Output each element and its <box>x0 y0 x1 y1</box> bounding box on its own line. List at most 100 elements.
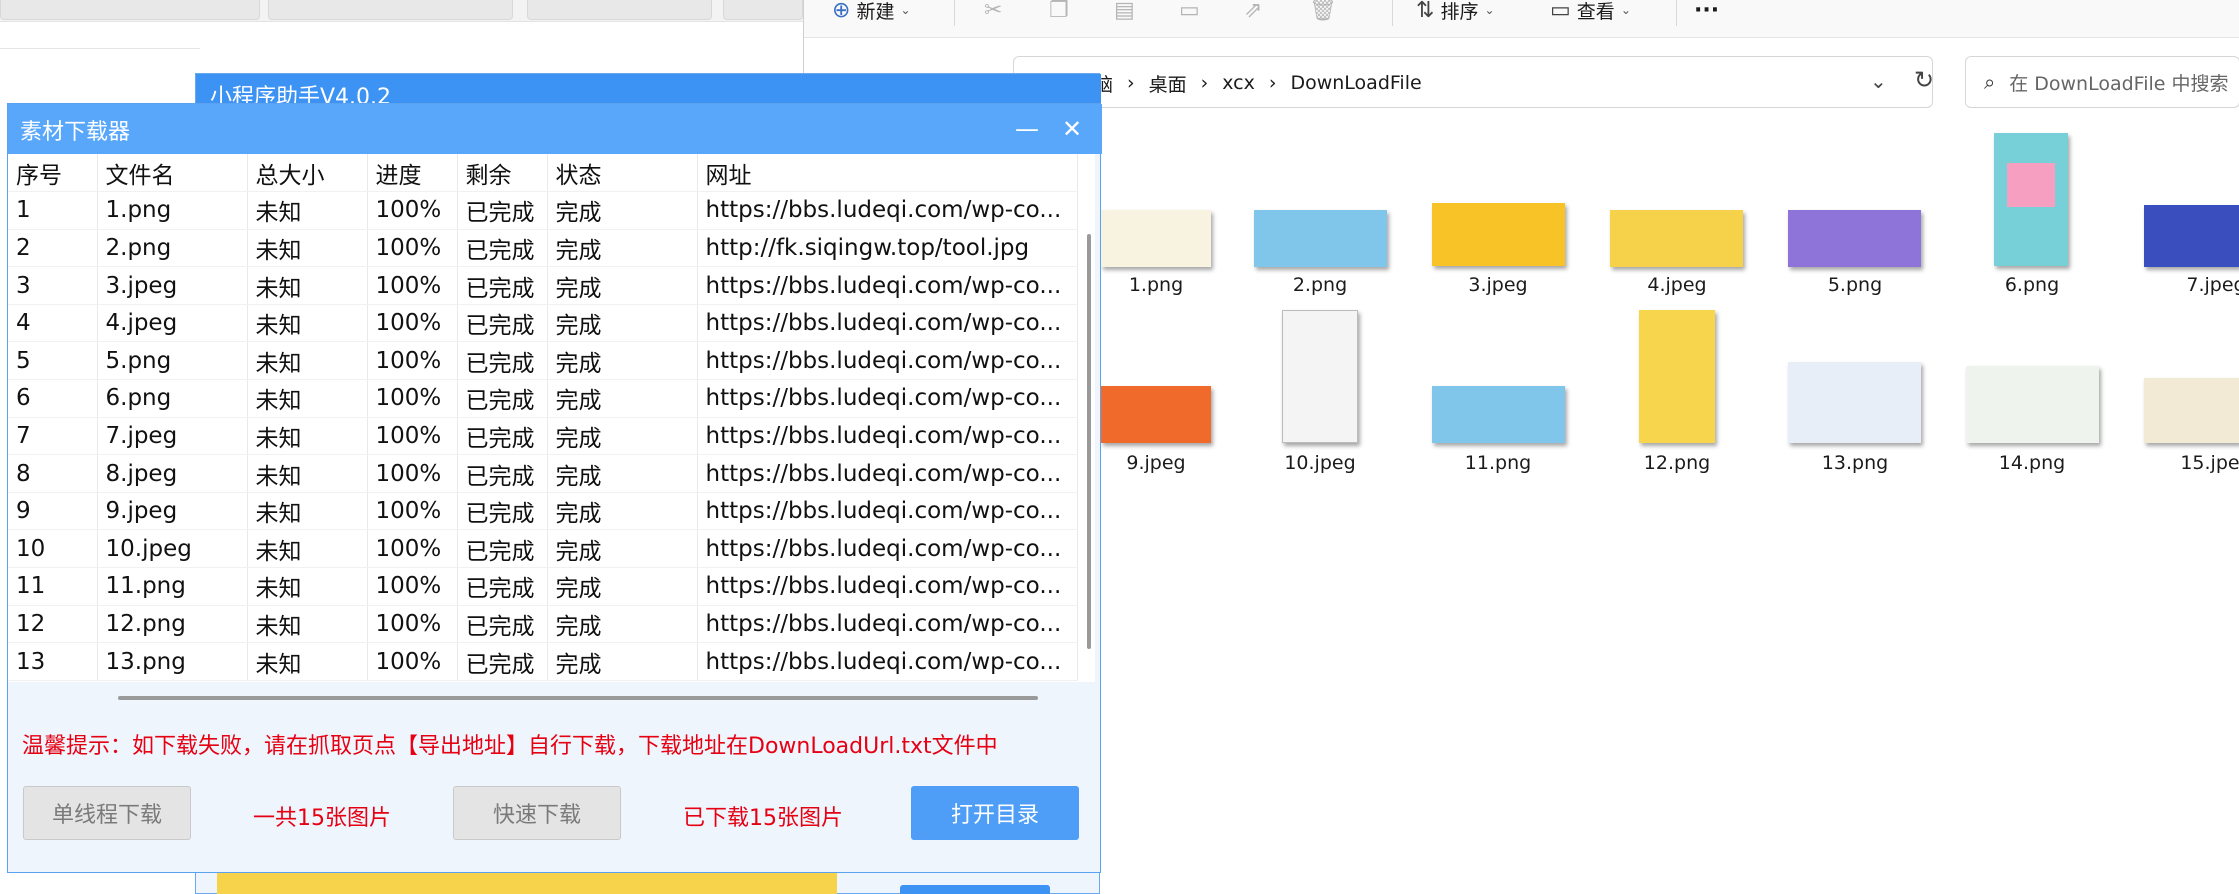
file-name[interactable]: 7.jpeg <box>2126 274 2239 296</box>
minimize-button[interactable]: — <box>1010 112 1044 146</box>
share-icon: ⇗ <box>1244 0 1263 23</box>
thumbnail-6[interactable] <box>1994 133 2068 266</box>
thumbnail-10[interactable] <box>1282 310 1358 443</box>
paste-button[interactable]: ▤ <box>1114 0 1135 23</box>
table-row[interactable]: 11 11.png 未知 100% 已完成 完成 https://bbs.ludeqi.co… <box>8 567 1078 606</box>
file-name[interactable]: 10.jpeg <box>1230 452 1410 474</box>
breadcrumb-desktop[interactable]: 桌面 <box>1149 70 1187 97</box>
separator <box>954 0 955 26</box>
cell-remaining: 已完成 <box>457 417 548 456</box>
address-dropdown-icon[interactable]: ⌄ <box>1870 69 1887 93</box>
refresh-button[interactable]: ↻ <box>1914 66 1934 94</box>
column-header-url[interactable]: 网址 <box>697 154 1078 193</box>
cell-remaining: 已完成 <box>457 304 548 343</box>
cell-size: 未知 <box>247 605 368 644</box>
thumbnail-12[interactable] <box>1639 310 1715 443</box>
sort-button[interactable]: ⇅ 排序 ⌄ <box>1416 0 1495 23</box>
cell-size: 未知 <box>247 229 368 268</box>
cell-url: https://bbs.ludeqi.com/wp-co... <box>697 379 1078 418</box>
column-header-remaining[interactable]: 剩余 <box>457 154 548 193</box>
thumbnail-4[interactable] <box>1610 210 1743 267</box>
thumbnail-14[interactable] <box>1966 366 2099 443</box>
cell-status: 完成 <box>547 191 698 230</box>
column-header-filename[interactable]: 文件名 <box>97 154 248 193</box>
file-name[interactable]: 15.jpeg <box>2126 452 2239 474</box>
thumbnail-13[interactable] <box>1788 362 1921 443</box>
warning-tip: 温馨提示：如下载失败，请在抓取页点【导出地址】自行下载，下载地址在DownLoa… <box>22 734 998 759</box>
more-button[interactable]: ··· <box>1694 0 1719 23</box>
table-row[interactable]: 4 4.jpeg 未知 100% 已完成 完成 https://bbs.ludeqi.com… <box>8 304 1078 343</box>
cell-filename: 5.png <box>97 341 248 381</box>
cell-size: 未知 <box>247 191 368 230</box>
table-row[interactable]: 8 8.jpeg 未知 100% 已完成 完成 https://bbs.ludeqi.com… <box>8 454 1078 493</box>
breadcrumb-downloadfile[interactable]: DownLoadFile <box>1290 72 1421 94</box>
table-row[interactable]: 1 1.png 未知 100% 已完成 完成 https://bbs.ludeqi.com/… <box>8 191 1078 230</box>
single-thread-download-button[interactable]: 单线程下载 <box>23 786 191 840</box>
view-button[interactable]: ▭ 查看 ⌄ <box>1550 0 1631 23</box>
column-header-status[interactable]: 状态 <box>547 154 698 193</box>
file-name[interactable]: 11.png <box>1408 452 1588 474</box>
share-button[interactable]: ⇗ <box>1244 0 1263 23</box>
search-box[interactable]: ⌕ 在 DownLoadFile 中搜索 <box>1965 56 2239 108</box>
download-table: 序号 文件名 总大小 进度 剩余 状态 网址 1 1.png 未知 100% 已完成 完成… <box>8 154 1078 681</box>
column-header-size[interactable]: 总大小 <box>247 154 368 193</box>
cell-remaining: 已完成 <box>457 341 548 381</box>
file-name[interactable]: 13.png <box>1765 452 1945 474</box>
new-button[interactable]: ⊕ 新建 ⌄ <box>832 0 911 23</box>
cell-status: 完成 <box>547 605 698 644</box>
rename-button[interactable]: ▭ <box>1179 0 1200 23</box>
table-row[interactable]: 13 13.png 未知 100% 已完成 完成 https://bbs.ludeqi.co… <box>8 642 1078 681</box>
chevron-down-icon: ⌄ <box>1484 3 1495 17</box>
fast-download-button[interactable]: 快速下载 <box>453 786 621 840</box>
behind-window-button[interactable] <box>900 885 1050 894</box>
delete-button[interactable]: 🗑 <box>1309 0 1337 23</box>
search-icon: ⌕ <box>1984 70 1996 94</box>
file-name[interactable]: 14.png <box>1942 452 2122 474</box>
cell-url: https://bbs.ludeqi.com/wp-co... <box>697 266 1078 305</box>
thumbnail-1[interactable] <box>1101 210 1211 267</box>
cell-filename: 10.jpeg <box>97 529 248 569</box>
thumbnail-5[interactable] <box>1788 210 1921 267</box>
table-header-row: 序号 文件名 总大小 进度 剩余 状态 网址 <box>8 154 1078 193</box>
column-header-index[interactable]: 序号 <box>8 154 98 193</box>
cell-progress: 100% <box>367 605 458 644</box>
file-name[interactable]: 2.png <box>1230 274 1410 296</box>
file-name[interactable]: 6.png <box>1942 274 2122 296</box>
breadcrumb-xcx[interactable]: xcx <box>1222 72 1255 94</box>
thumbnail-9[interactable] <box>1101 386 1211 443</box>
address-bar[interactable]: 此电脑 › 桌面 › xcx › DownLoadFile ⌄ <box>1013 56 1933 108</box>
copy-button[interactable]: ❐ <box>1049 0 1069 23</box>
file-name[interactable]: 12.png <box>1587 452 1767 474</box>
table-row[interactable]: 7 7.jpeg 未知 100% 已完成 完成 https://bbs.ludeqi.com… <box>8 417 1078 456</box>
thumbnail-3[interactable] <box>1432 203 1565 266</box>
cell-status: 完成 <box>547 454 698 493</box>
table-row[interactable]: 2 2.png 未知 100% 已完成 完成 http://fk.siqingw.top/t… <box>8 229 1078 268</box>
table-row[interactable]: 6 6.png 未知 100% 已完成 完成 https://bbs.ludeqi.com/… <box>8 379 1078 418</box>
total-count-text: 一共15张图片 <box>253 806 391 831</box>
cell-index: 12 <box>8 605 98 644</box>
cell-progress: 100% <box>367 567 458 606</box>
table-row[interactable]: 9 9.jpeg 未知 100% 已完成 完成 https://bbs.ludeqi.com… <box>8 492 1078 531</box>
thumbnail-15[interactable] <box>2144 378 2239 443</box>
table-row[interactable]: 10 10.jpeg 未知 100% 已完成 完成 https://bbs.ludeqi.c… <box>8 529 1078 569</box>
table-row[interactable]: 3 3.jpeg 未知 100% 已完成 完成 https://bbs.ludeqi.com… <box>8 266 1078 305</box>
cell-progress: 100% <box>367 492 458 531</box>
open-directory-button[interactable]: 打开目录 <box>911 786 1079 840</box>
trash-icon: 🗑 <box>1309 0 1337 23</box>
column-header-progress[interactable]: 进度 <box>367 154 458 193</box>
command-bar: ⊕ 新建 ⌄ ✂ ❐ ▤ ▭ ⇗ 🗑 ⇅ 排序 ⌄ ▭ 查看 ⌄ ··· <box>804 0 2239 38</box>
window-title: 素材下载器 <box>20 120 131 145</box>
cut-button[interactable]: ✂ <box>984 0 1002 23</box>
close-button[interactable]: ✕ <box>1055 112 1089 146</box>
horizontal-scrollbar[interactable] <box>118 696 1038 700</box>
table-row[interactable]: 5 5.png 未知 100% 已完成 完成 https://bbs.ludeqi.com/… <box>8 341 1078 381</box>
thumbnail-11[interactable] <box>1432 386 1565 443</box>
thumbnail-2[interactable] <box>1254 210 1387 267</box>
file-name[interactable]: 5.png <box>1765 274 1945 296</box>
vertical-scrollbar[interactable] <box>1087 234 1091 649</box>
file-name[interactable]: 4.jpeg <box>1587 274 1767 296</box>
minimize-icon: — <box>1015 115 1039 143</box>
file-name[interactable]: 3.jpeg <box>1408 274 1588 296</box>
table-row[interactable]: 12 12.png 未知 100% 已完成 完成 https://bbs.ludeqi.co… <box>8 605 1078 644</box>
thumbnail-7[interactable] <box>2144 205 2239 267</box>
